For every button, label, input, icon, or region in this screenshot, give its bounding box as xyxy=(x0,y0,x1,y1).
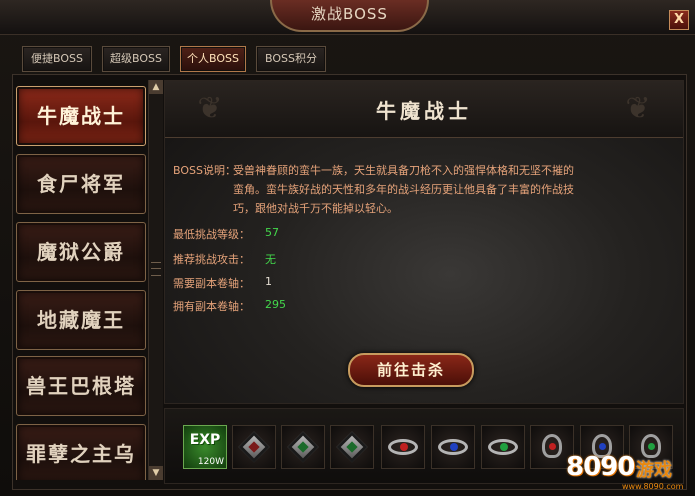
exp-icon: EXP xyxy=(189,432,221,448)
boss-window: 激战BOSS X 便捷BOSS 超级BOSS 个人BOSS BOSS积分 牛魔战… xyxy=(0,0,695,496)
amulet-icon xyxy=(542,434,562,458)
title-bar: 激战BOSS X xyxy=(0,0,695,35)
boss-description: BOSS说明： 受兽神眷顾的蛮牛一族，天生就具备刀枪不入的强悍体格和无坚不摧的 … xyxy=(173,161,628,218)
watermark-url: www.8090.com xyxy=(622,482,684,491)
watermark-word: 游戏 xyxy=(636,460,672,481)
boss-item-beast-king[interactable]: 兽王巴根塔 xyxy=(16,356,146,416)
scroll-up-icon[interactable]: ▲ xyxy=(149,80,163,94)
boss-list-scrollbar[interactable]: ▲ ▼ xyxy=(148,80,163,480)
scroll-down-icon[interactable]: ▼ xyxy=(149,466,163,480)
description-line: 受兽神眷顾的蛮牛一族，天生就具备刀枪不入的强悍体格和无坚不摧的 xyxy=(233,164,574,177)
description-label: BOSS说明： xyxy=(173,164,236,177)
close-button[interactable]: X xyxy=(669,10,689,30)
boss-item-niumo-warrior[interactable]: 牛魔战士 xyxy=(16,86,146,146)
gem-shard-icon xyxy=(238,431,270,463)
stat-owned-scroll: 拥有副本卷轴： 295 xyxy=(173,298,286,314)
boss-header: ❦ ❦ 牛魔战士 xyxy=(165,81,683,138)
reward-slot[interactable] xyxy=(481,425,525,469)
stat-required-scroll: 需要副本卷轴： 1 xyxy=(173,275,272,291)
stat-value: 1 xyxy=(265,275,272,288)
boss-item-hell-duke[interactable]: 魔狱公爵 xyxy=(16,222,146,282)
ring-icon xyxy=(488,439,518,455)
tab-personal-boss[interactable]: 个人BOSS xyxy=(180,46,246,72)
reward-slot[interactable] xyxy=(281,425,325,469)
window-title: 激战BOSS xyxy=(270,0,429,32)
reward-slot[interactable] xyxy=(381,425,425,469)
scroll-thumb[interactable] xyxy=(151,262,161,276)
ring-icon xyxy=(438,439,468,455)
ring-icon xyxy=(388,439,418,455)
stat-label: 拥有副本卷轴： xyxy=(173,300,250,313)
stat-value: 295 xyxy=(265,298,286,311)
boss-item-ksitigarbha-demon-king[interactable]: 地藏魔王 xyxy=(16,290,146,350)
description-line: 巧，跟他对战千万不能掉以轻心。 xyxy=(233,202,398,215)
reward-slot[interactable] xyxy=(431,425,475,469)
go-kill-button[interactable]: 前往击杀 xyxy=(348,353,474,387)
stat-recommended-attack: 推荐挑战攻击： 无 xyxy=(173,251,276,267)
stat-label: 需要副本卷轴： xyxy=(173,277,250,290)
boss-list: 牛魔战士 食尸将军 魔狱公爵 地藏魔王 兽王巴根塔 罪孽之主乌尔 xyxy=(16,80,146,480)
stat-label: 最低挑战等级： xyxy=(173,228,250,241)
exp-amount: 120W xyxy=(197,457,224,467)
stat-value: 无 xyxy=(265,253,276,266)
boss-item-corpse-general[interactable]: 食尸将军 xyxy=(16,154,146,214)
tab-boss-points[interactable]: BOSS积分 xyxy=(256,46,326,72)
tab-convenient-boss[interactable]: 便捷BOSS xyxy=(22,46,92,72)
stat-label: 推荐挑战攻击： xyxy=(173,253,250,266)
reward-slot[interactable] xyxy=(232,425,276,469)
reward-slot[interactable] xyxy=(330,425,374,469)
description-line: 蛮角。蛮牛族好战的天性和多年的战斗经历更让他具备了丰富的作战技 xyxy=(233,183,574,196)
boss-title: 牛魔战士 xyxy=(376,99,472,123)
boss-item-lord-of-sin[interactable]: 罪孽之主乌尔 xyxy=(16,424,146,480)
watermark-number: 8090 xyxy=(566,452,635,482)
stat-min-level: 最低挑战等级： 57 xyxy=(173,226,279,242)
stat-value: 57 xyxy=(265,226,279,239)
tab-super-boss[interactable]: 超级BOSS xyxy=(102,46,170,72)
exp-reward-slot[interactable]: EXP 120W xyxy=(183,425,227,469)
watermark-logo: 8090 游戏 www.8090.com xyxy=(566,450,691,492)
gem-shard-icon xyxy=(287,431,319,463)
gem-shard-icon xyxy=(336,431,368,463)
